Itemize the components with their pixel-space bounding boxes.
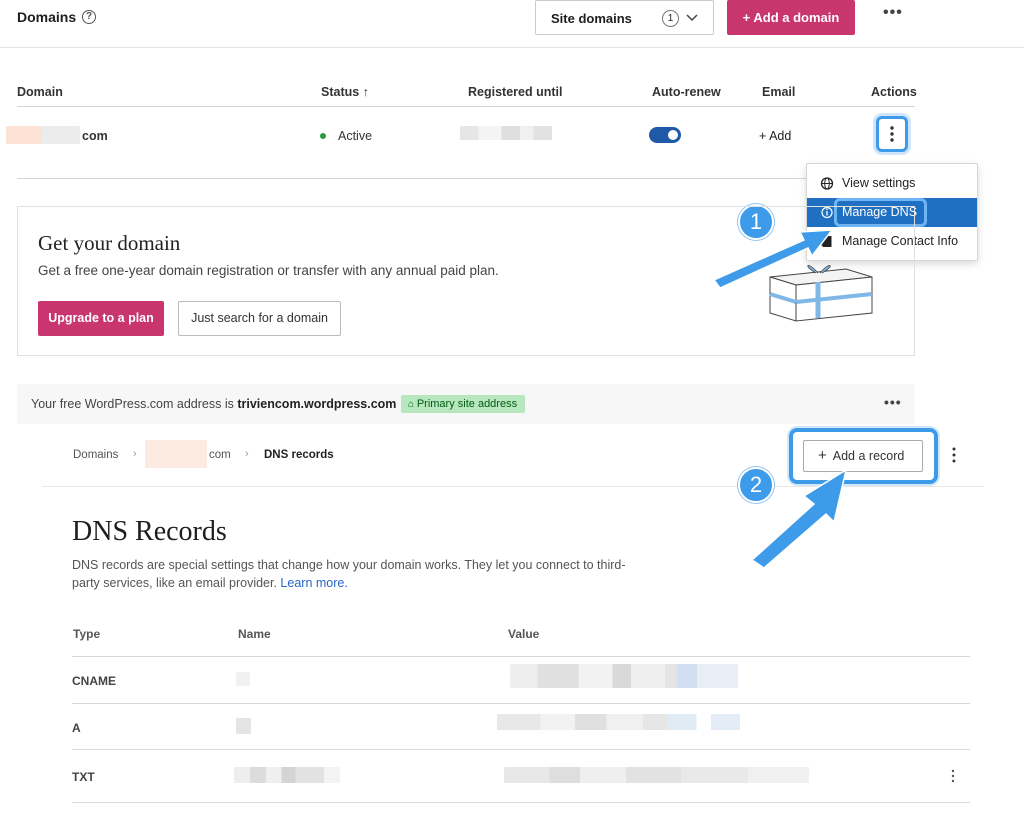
site-select-label: Site domains: [551, 11, 632, 26]
toggle-knob: [668, 130, 678, 140]
redacted-domain: [145, 440, 207, 468]
dns-row-type: A: [72, 721, 81, 735]
dns-records-title: DNS Records: [72, 516, 227, 547]
add-domain-button[interactable]: + Add a domain: [727, 0, 855, 35]
site-count-badge: 1: [662, 10, 679, 27]
dns-description: DNS records are special settings that ch…: [72, 556, 642, 592]
col-domain: Domain: [17, 85, 63, 99]
free-address-prefix: Your free WordPress.com address is: [31, 397, 238, 411]
get-domain-card: Get your domain Get a free one-year doma…: [17, 206, 915, 356]
redacted-name: [236, 672, 250, 686]
free-address-value: triviencom.wordpress.com: [237, 397, 397, 411]
col-email: Email: [762, 85, 796, 99]
primary-site-badge: ⌂ Primary site address: [401, 395, 526, 413]
more-options-icon[interactable]: •••: [883, 4, 903, 22]
redacted-date: [460, 126, 552, 140]
domain-name-suffix[interactable]: com: [82, 129, 108, 143]
table-header-rule: [17, 106, 915, 107]
learn-more-link[interactable]: Learn more.: [280, 576, 347, 590]
add-email-link[interactable]: + Add: [759, 129, 791, 143]
search-domain-button[interactable]: Just search for a domain: [178, 301, 341, 336]
gift-box-icon: [769, 265, 873, 322]
redacted-domain: [42, 126, 80, 144]
redacted-name: [234, 767, 340, 783]
promo-text: Get a free one-year domain registration …: [38, 263, 499, 278]
dns-row-rule: [72, 703, 970, 704]
dns-row-rule: [72, 749, 970, 750]
menu-item-view-settings[interactable]: View settings: [807, 169, 977, 198]
free-address-text: Your free WordPress.com address is trivi…: [31, 397, 396, 411]
col-auto-renew: Auto-renew: [652, 85, 721, 99]
top-bar: [0, 0, 1024, 48]
redacted-value: [497, 714, 740, 730]
home-icon: ⌂: [408, 399, 417, 410]
chevron-down-icon: [686, 9, 698, 30]
dns-row-rule: [72, 802, 970, 803]
col-name: Name: [238, 627, 271, 641]
table-row-rule: [17, 178, 915, 179]
plus-icon: +: [818, 447, 827, 464]
dns-header-rule: [72, 656, 970, 657]
redacted-domain: [6, 126, 42, 144]
redacted-value: [504, 767, 809, 783]
step-badge-2: 2: [738, 467, 774, 503]
primary-badge-label: Primary site address: [416, 398, 518, 410]
dns-description-text: DNS records are special settings that ch…: [72, 558, 626, 590]
breadcrumb-current: DNS records: [264, 449, 334, 461]
col-value: Value: [508, 627, 540, 641]
dns-row-type: CNAME: [72, 674, 116, 688]
promo-title: Get your domain: [38, 231, 181, 255]
add-record-label: Add a record: [832, 449, 905, 463]
col-registered-until: Registered until: [468, 85, 563, 99]
redacted-name: [236, 718, 251, 734]
page-title: Domains: [17, 9, 77, 25]
col-actions: Actions: [871, 85, 917, 99]
status-dot: [320, 133, 326, 139]
status-text: Active: [338, 129, 373, 143]
vertical-ellipsis-icon: [890, 126, 894, 142]
col-status[interactable]: Status ↑: [321, 85, 369, 99]
free-address-more-icon[interactable]: •••: [884, 394, 902, 410]
breadcrumb-domain[interactable]: com: [209, 449, 231, 461]
col-type: Type: [73, 627, 101, 641]
help-icon[interactable]: ?: [82, 10, 96, 24]
row-more-icon[interactable]: [950, 768, 956, 784]
breadcrumb-separator-icon: ›: [133, 448, 137, 460]
dns-row-type: TXT: [72, 770, 95, 784]
redacted-value: [510, 664, 738, 688]
breadcrumb-domains[interactable]: Domains: [73, 449, 118, 461]
dns-more-icon[interactable]: [951, 446, 957, 464]
breadcrumb-separator-icon: ›: [245, 448, 249, 460]
site-domains-select[interactable]: Site domains 1: [535, 0, 714, 35]
auto-renew-toggle[interactable]: [649, 127, 681, 143]
row-actions-button[interactable]: [876, 116, 908, 152]
free-address-bar: Your free WordPress.com address is trivi…: [17, 384, 915, 424]
menu-item-label: View settings: [842, 176, 916, 190]
upgrade-plan-button[interactable]: Upgrade to a plan: [38, 301, 164, 336]
